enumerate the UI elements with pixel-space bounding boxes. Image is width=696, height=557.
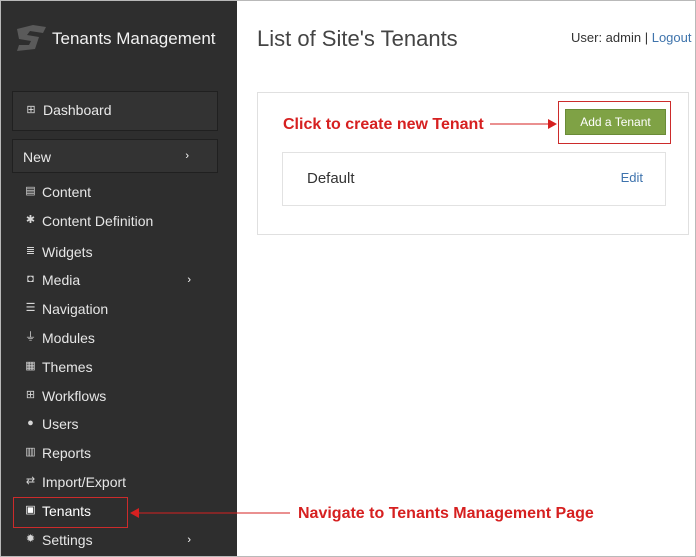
- arrow-head-create: [548, 119, 557, 129]
- arrow-head-navigate: [130, 508, 139, 518]
- annotation-arrows: [130, 119, 557, 518]
